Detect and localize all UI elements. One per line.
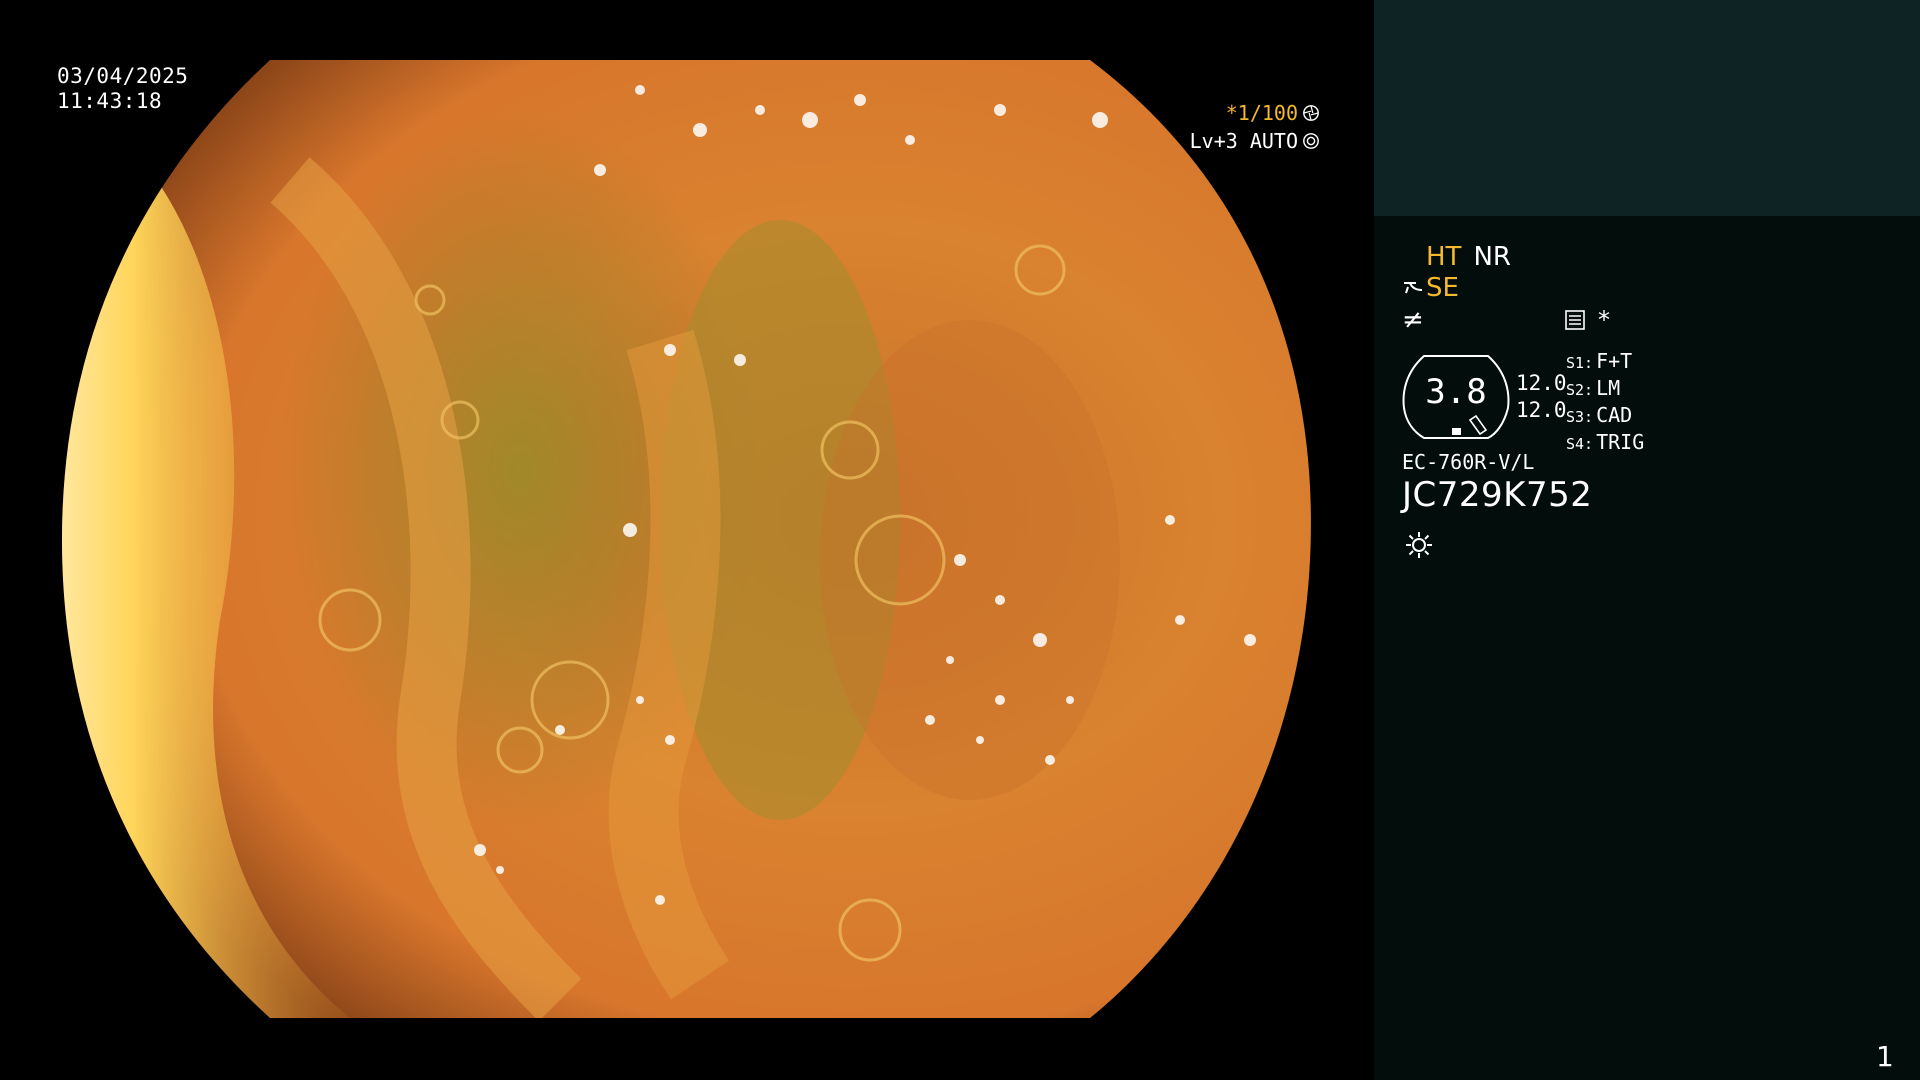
brightness-level-text: Lv+3 AUTO [1189, 129, 1298, 153]
ht-label: HT [1426, 242, 1462, 272]
asterisk-icon: * [1598, 306, 1610, 334]
endoscopic-video-area: 03/04/2025 11:43:18 *1/100 Lv+3 AUTO [0, 0, 1374, 1080]
switch-item: S3: CAD [1566, 403, 1633, 427]
endoscopy-screen: 03/04/2025 11:43:18 *1/100 Lv+3 AUTO HT … [0, 0, 1920, 1080]
gauge-numbers: 12.0 12.0 [1516, 370, 1567, 424]
f-symbol: ≠ [1402, 305, 1424, 335]
page-number: 1 [1876, 1040, 1894, 1073]
time-text: 11:43:18 [57, 89, 163, 113]
image-mode-row: HT NR [1426, 242, 1511, 272]
scope-serial: JC729K752 [1402, 475, 1593, 515]
panel-header-area [1374, 0, 1920, 216]
switch-item: S2: LM [1566, 376, 1621, 400]
nr-label: NR [1473, 242, 1511, 272]
se-label: SE [1426, 273, 1459, 303]
date-text: 03/04/2025 [57, 64, 189, 88]
se-row: SE [1402, 273, 1459, 303]
timestamp: 03/04/2025 11:43:18 [57, 64, 188, 114]
switch-list: S1: F+T S2: LM S3: CAD S4: TRIG [1566, 349, 1644, 457]
scope-curve-icon [1404, 282, 1423, 294]
gauge-number-1: 12.0 [1516, 371, 1567, 395]
settings-list-icon [1565, 310, 1585, 330]
switch-item: S4: TRIG [1566, 430, 1645, 454]
gauge-number-2: 12.0 [1516, 398, 1567, 422]
target-icon [1303, 133, 1319, 149]
shutter-speed-text: *1/100 [1225, 101, 1298, 125]
gauge-value: 3.8 [1425, 372, 1487, 412]
status-panel: HT NR SE ≠ * 3.8 12.0 12.0 S1: F+T S2: L… [1374, 0, 1920, 1080]
exposure-info: *1/100 Lv+3 AUTO [1190, 99, 1320, 155]
sun-icon [1406, 532, 1432, 558]
scope-model: EC-760R-V/L [1402, 450, 1535, 474]
endoscopic-image [0, 0, 1374, 1080]
mode-icons: * [1564, 306, 1610, 334]
aperture-icon [1303, 105, 1319, 121]
switch-item: S1: F+T [1566, 349, 1633, 373]
